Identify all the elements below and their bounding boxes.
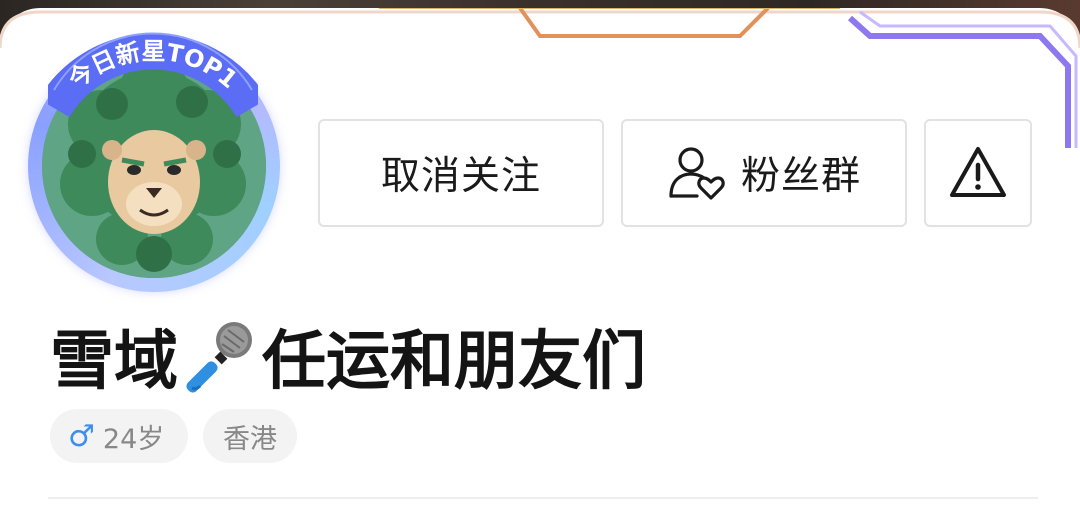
microphone-icon: [186, 322, 252, 393]
unfollow-button[interactable]: 取消关注: [318, 119, 604, 227]
fans-group-label: 粉丝群: [740, 154, 861, 199]
warning-triangle-icon: [950, 147, 1006, 197]
name-part1: 雪域: [50, 325, 178, 399]
name-part2: 任运和朋友们: [262, 325, 646, 399]
unfollow-label: 取消关注: [380, 154, 541, 199]
profile-name: 雪域 任运和朋友们: [50, 318, 646, 399]
user-heart-icon: [669, 147, 725, 200]
divider: [48, 497, 1038, 499]
location-label: 香港: [223, 423, 277, 455]
male-icon: ♂: [68, 418, 95, 454]
age-label: 24岁: [102, 423, 165, 455]
gender-age-tag: ♂ 24岁: [50, 409, 188, 463]
report-button[interactable]: [924, 119, 1032, 227]
fans-group-button[interactable]: 粉丝群: [621, 119, 907, 227]
location-tag: 香港: [203, 409, 297, 463]
top-star-badge: 今日新星TOP1: [48, 28, 258, 118]
